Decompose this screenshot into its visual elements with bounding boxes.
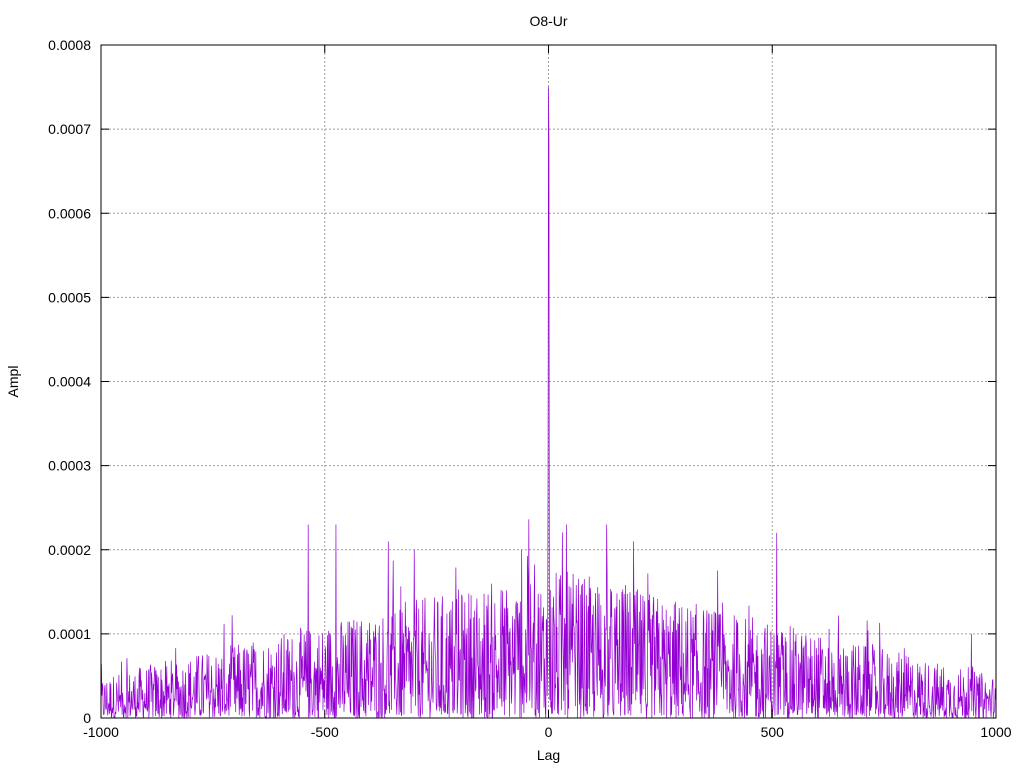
x-axis-title: Lag [537, 747, 560, 763]
chart-container: 0 0.0001 0.0002 0.0003 0.0004 0.0005 0.0006 0.0… [0, 0, 1024, 768]
y-tick-label: 0.0004 [48, 374, 91, 390]
y-axis-title: Ampl [5, 366, 21, 398]
x-tick-label: -1000 [83, 724, 119, 740]
y-tick-label: 0.0001 [48, 626, 91, 642]
y-tick-label: 0.0003 [48, 458, 91, 474]
chart-svg: 0 0.0001 0.0002 0.0003 0.0004 0.0005 0.0006 0.0… [5, 13, 1012, 763]
x-tick-label: 500 [761, 724, 785, 740]
y-tick-label: 0.0008 [48, 37, 91, 53]
x-tick-label: 1000 [980, 724, 1011, 740]
y-tick-label: 0.0002 [48, 542, 91, 558]
y-tick-label: 0.0006 [48, 205, 91, 221]
x-tick-label: 0 [545, 724, 553, 740]
x-tick-label: -500 [311, 724, 339, 740]
y-tick-label: 0.0007 [48, 121, 91, 137]
chart-title: O8-Ur [529, 13, 567, 29]
y-tick-label: 0.0005 [48, 289, 91, 305]
